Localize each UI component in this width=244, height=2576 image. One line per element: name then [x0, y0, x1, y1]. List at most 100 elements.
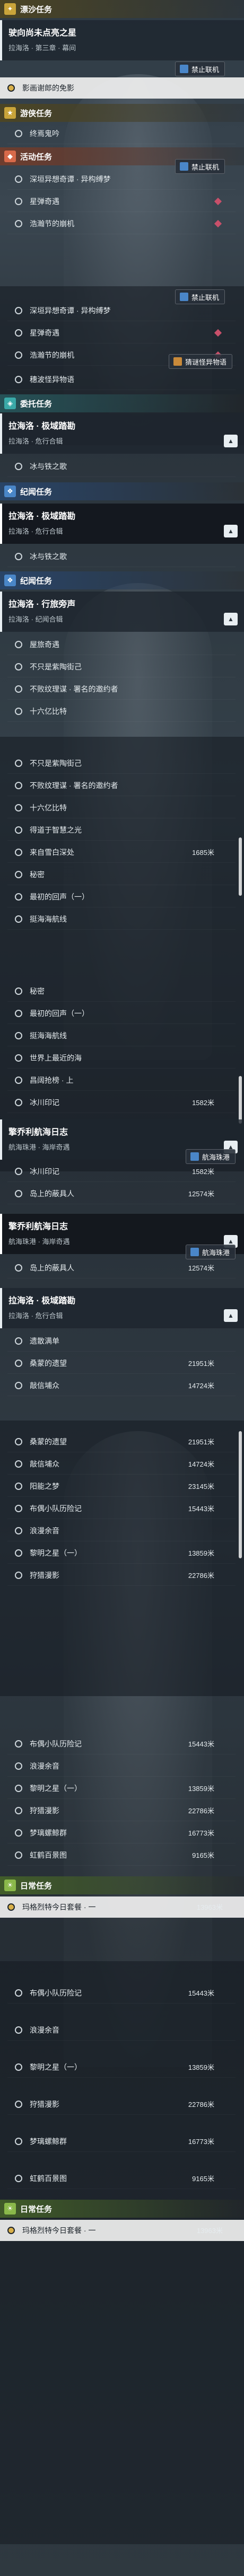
quest-row[interactable]: 狩猎漫影 22786米	[7, 1565, 236, 1586]
quest-row[interactable]: 不败纹理谋 · 署名的邀约者	[7, 775, 236, 796]
quest-row[interactable]: 挺海海航线	[7, 908, 236, 930]
quest-marker-icon	[15, 1098, 22, 1106]
quest-row[interactable]: 狩猎漫影 22786米	[7, 1800, 236, 1821]
quest-row[interactable]: 敲信埔众 14724米	[7, 1453, 236, 1475]
row-label: 黎明之星（一）	[30, 1784, 82, 1793]
quest-marker-icon	[15, 351, 22, 359]
distance-label: 23145米	[188, 1483, 214, 1490]
quest-marker-icon	[15, 1851, 22, 1859]
distance-label: 16773米	[188, 1829, 214, 1837]
quest-marker-icon	[15, 893, 22, 901]
quest-row[interactable]: 十六亿比特	[7, 797, 236, 818]
quest-row[interactable]: 冰川印记 1582米	[7, 1161, 236, 1182]
quest-row[interactable]: 秘密	[7, 981, 236, 1002]
quest-row[interactable]: 得道于智慧之光	[7, 819, 236, 841]
quest-row[interactable]: 岛上的蔽具人 12574米	[7, 1257, 236, 1278]
quest-marker-icon	[15, 1762, 22, 1770]
daily-icon: ☀	[4, 2203, 16, 2215]
quest-card-2[interactable]: 拉海洛 · 极域踏勘 拉海洛 · 危行合辑 ▲	[0, 413, 244, 454]
quest-card-4[interactable]: 拉海洛 · 行旅旁声 拉海洛 · 纪闻合辑 ▲	[0, 592, 244, 632]
quest-row[interactable]: 阳能之梦 23145米	[7, 1476, 236, 1497]
quest-row[interactable]: 冰川印记 1582米	[7, 1092, 236, 1113]
scrollbar-thumb[interactable]	[239, 1076, 242, 1124]
quest-row[interactable]: 秘密	[7, 864, 236, 885]
quest-row[interactable]: 虹鹤百景图 9165米	[7, 1845, 236, 1866]
collapse-toggle-icon[interactable]: ▲	[224, 435, 238, 447]
quest-row[interactable]: 黎明之星（一） 13859米	[7, 2057, 236, 2078]
quest-marker-icon	[15, 1189, 22, 1197]
quest-row[interactable]: 十六亿比特	[7, 701, 236, 722]
quest-row[interactable]: 穗波怪异物语	[7, 369, 236, 390]
row-label: 得道于智慧之光	[30, 825, 82, 834]
quest-row[interactable]: 最初的回声（一）	[7, 886, 236, 907]
quest-row[interactable]: 梦璃螺鲸群 16773米	[7, 1822, 236, 1843]
quest-marker-icon	[15, 870, 22, 878]
quest-row[interactable]: 岛上的蔽具人 12574米	[7, 1183, 236, 1204]
section-header-5[interactable]: ❖ 纪闻任务	[0, 482, 244, 500]
quest-row[interactable]: 布偶小队历险记 15443米	[7, 1498, 236, 1519]
section-header-1[interactable]: ✦ 漂沙任务	[0, 0, 244, 18]
quest-row[interactable]: 星弹奇遇	[7, 322, 236, 343]
quest-row[interactable]: 浪漫余音	[7, 1520, 236, 1541]
quest-marker-icon	[15, 219, 22, 227]
row-label: 布偶小队历险记	[30, 1988, 82, 1997]
section-title: 纪闻任务	[20, 576, 53, 586]
voyage-icon	[190, 1248, 199, 1256]
quest-row[interactable]: 桑蒙的遗望 21951米	[7, 1353, 236, 1374]
section-header-4[interactable]: ◈ 委托任务	[0, 394, 244, 412]
quest-row[interactable]: 浪漫余音	[7, 1755, 236, 1777]
quest-row[interactable]: 不只是紫陶街己	[7, 656, 236, 677]
quest-row[interactable]: 不只是紫陶街己	[7, 753, 236, 774]
section-header-8[interactable]: ☀ 日常任务	[0, 2200, 244, 2218]
quest-row[interactable]: 桑蒙的遗望 21951米	[7, 1431, 236, 1452]
quest-subtitle: 拉海洛 · 第三章 · 幕间	[8, 44, 76, 52]
quest-row[interactable]: 深垣异想奇谭 · 异构缚梦	[7, 300, 236, 321]
offline-icon	[180, 162, 188, 171]
row-label: 敲信埔众	[30, 1459, 59, 1468]
quest-title: 拉海洛 · 行旅旁声	[8, 600, 76, 609]
collapse-toggle-icon[interactable]: ▲	[224, 613, 238, 625]
quest-row[interactable]: 黎明之星（一） 13859米	[7, 1778, 236, 1799]
quest-row[interactable]: 遗散满单	[7, 1330, 236, 1352]
quest-row-selected[interactable]: 影画谢郎的免影	[0, 77, 244, 99]
scrollbar-thumb[interactable]	[239, 1431, 242, 1558]
quest-row-selected[interactable]: 玛格烈特今日套餐 · 一 13963米	[0, 2220, 244, 2241]
collapse-toggle-icon[interactable]: ▲	[224, 1309, 238, 1322]
row-label: 布偶小队历险记	[30, 1504, 82, 1513]
quest-subtitle: 拉海洛 · 危行合辑	[8, 437, 63, 445]
quest-row[interactable]: 屋旅奇遇	[7, 634, 236, 655]
quest-card-1[interactable]: 驶向尚未点亮之星 拉海洛 · 第三章 · 幕间	[0, 20, 244, 60]
row-label: 布偶小队历险记	[30, 1739, 82, 1748]
quest-row[interactable]: 星弹奇遇	[7, 191, 236, 212]
section-header-7[interactable]: ☀ 日常任务	[0, 1876, 244, 1894]
scrollbar-thumb[interactable]	[239, 837, 242, 896]
quest-row[interactable]: 狩猎漫影 22786米	[7, 2094, 236, 2115]
quest-row[interactable]: 最初的回声（一）	[7, 1003, 236, 1024]
quest-row[interactable]: 世界上最近的海	[7, 1047, 236, 1069]
quest-row[interactable]: 昌阔抢榜 · 上	[7, 1070, 236, 1091]
quest-row[interactable]: 来自雪白深处 1685米	[7, 842, 236, 863]
quest-row[interactable]: 布偶小队历险记 15443米	[7, 1982, 236, 2004]
quest-row[interactable]: 冰与铁之歌	[7, 546, 236, 567]
quest-row[interactable]: 布偶小队历险记 15443米	[7, 1733, 236, 1754]
quest-row[interactable]: 不败纹理谋 · 署名的邀约者	[7, 678, 236, 700]
quest-row[interactable]: 梦璃螺鲸群 16773米	[7, 2131, 236, 2152]
badge-label: 猜谜怪异物语	[185, 358, 227, 366]
collapse-toggle-icon[interactable]: ▲	[224, 525, 238, 537]
quest-card-7[interactable]: 拉海洛 · 极域踏勘 拉海洛 · 危行合辑 ▲	[0, 1288, 244, 1328]
section-header-2[interactable]: ★ 游侠任务	[0, 104, 244, 122]
quest-row[interactable]: 冰与铁之歌	[7, 456, 236, 477]
section-title: 纪闻任务	[20, 487, 53, 497]
quest-title: 拉海洛 · 极域踏勘	[8, 1296, 76, 1305]
row-label: 不只是紫陶街己	[30, 758, 82, 767]
quest-row[interactable]: 终焉鬼吟	[7, 123, 236, 144]
quest-row[interactable]: 浩瀚节的崩机	[7, 213, 236, 234]
section-header-6[interactable]: ❖ 纪闻任务	[0, 571, 244, 589]
quest-row[interactable]: 挺海海航线	[7, 1025, 236, 1046]
quest-row[interactable]: 敲信埔众 14724米	[7, 1375, 236, 1396]
quest-card-3[interactable]: 拉海洛 · 极域踏勘 拉海洛 · 危行合辑 ▲	[0, 504, 244, 544]
quest-row[interactable]: 浪漫余音	[7, 2019, 236, 2041]
quest-row[interactable]: 黎明之星（一） 13859米	[7, 1542, 236, 1564]
quest-row[interactable]: 虹鹤百景图 9165米	[7, 2168, 236, 2189]
quest-row-selected[interactable]: 玛格烈特今日套餐 · 一 13963米	[0, 1896, 244, 1918]
